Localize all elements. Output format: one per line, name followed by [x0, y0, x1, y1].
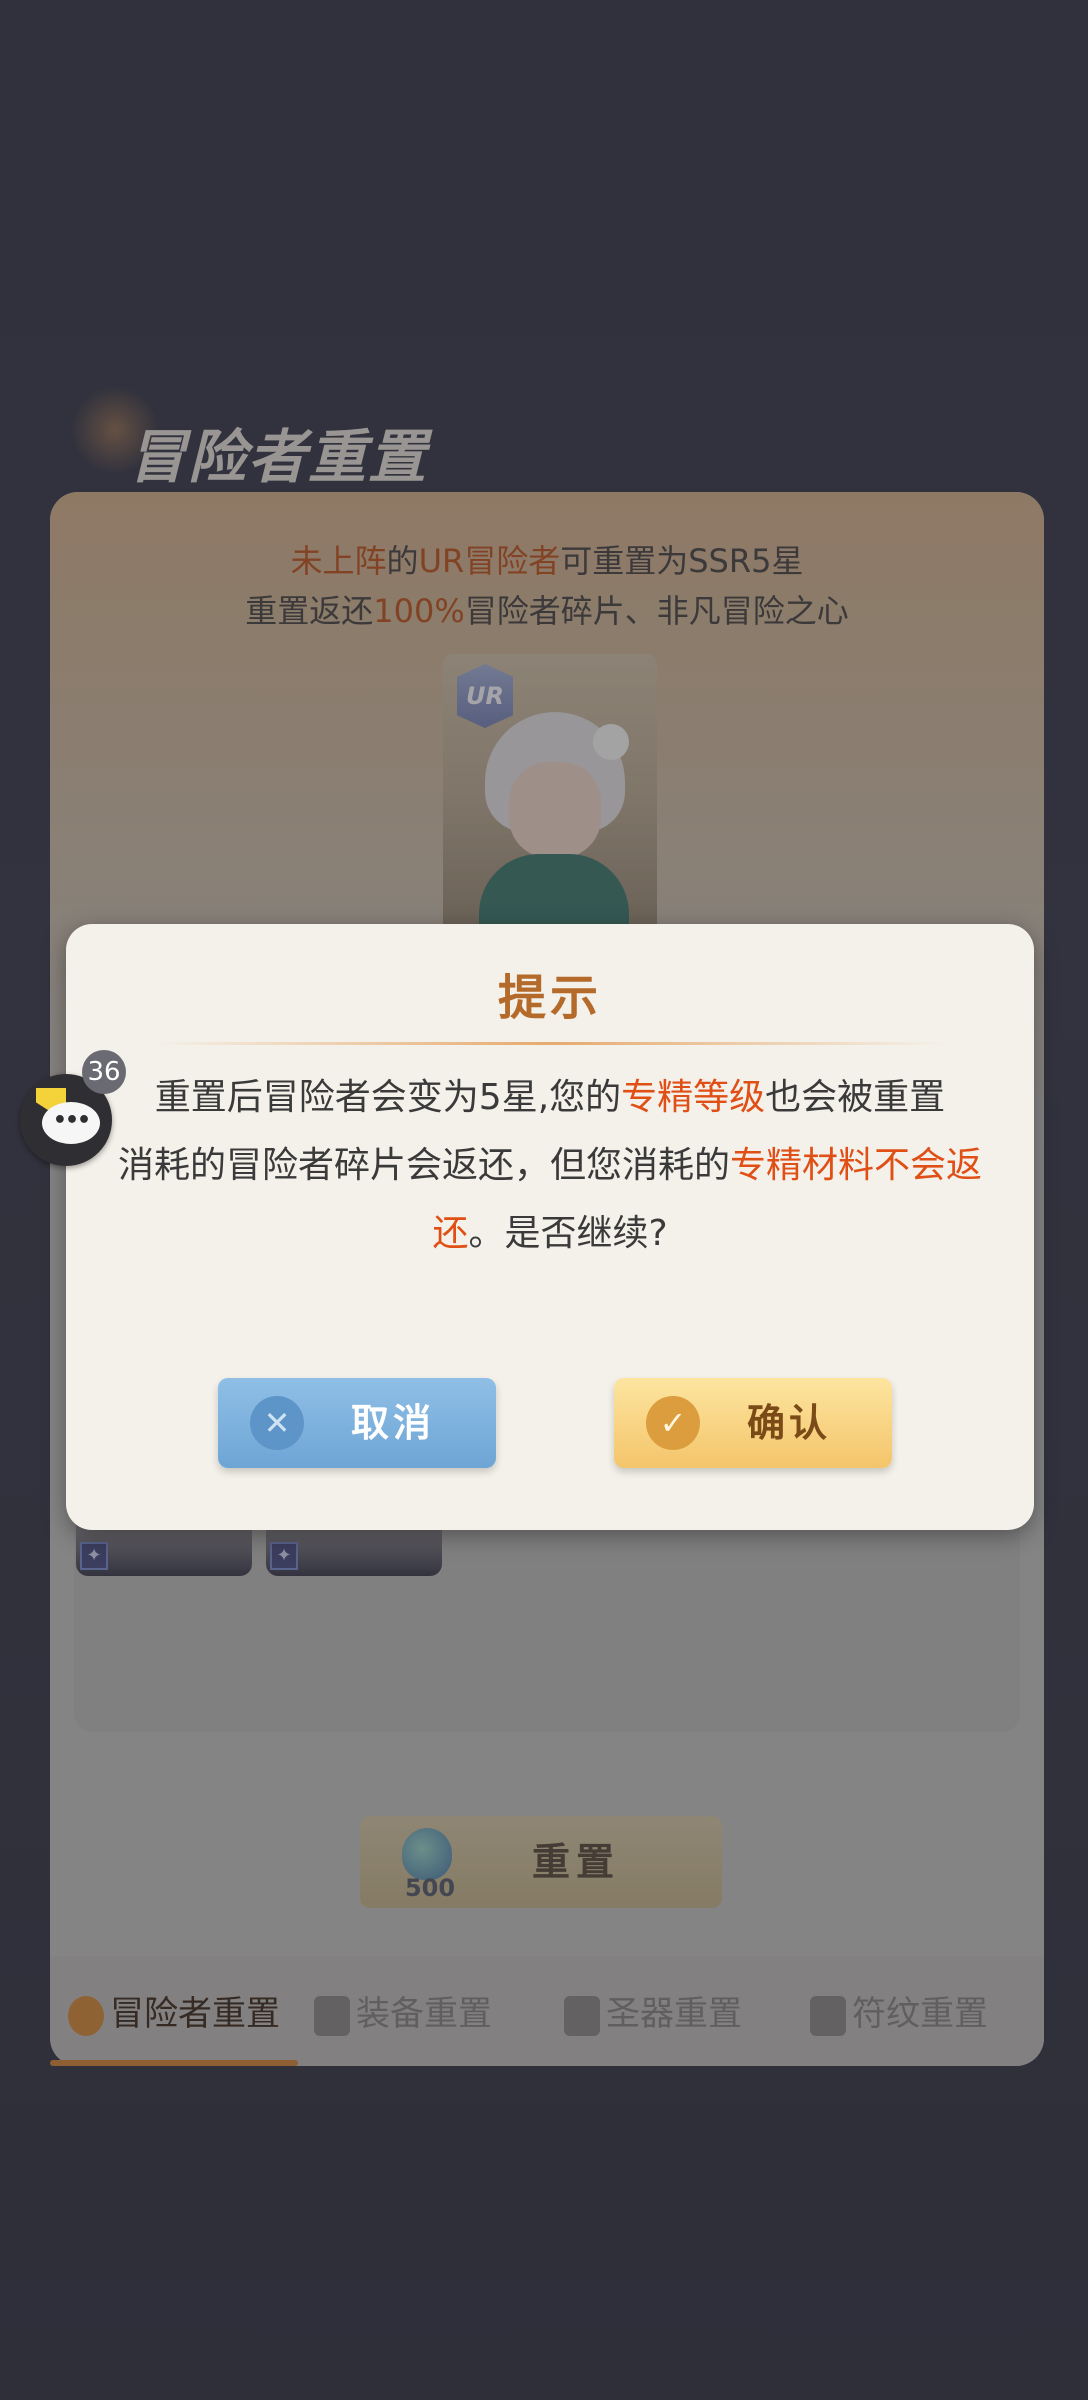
close-icon: ✕: [250, 1396, 304, 1450]
cancel-button-label: 取消: [350, 1401, 435, 1445]
checkmark-icon: ✓: [646, 1396, 700, 1450]
msg-text: 重置后冒险者会变为5星,您的: [154, 1077, 622, 1118]
dialog-divider: [152, 1042, 948, 1045]
dialog-paragraph-2: 消耗的冒险者碎片会返还，但您消耗的专精材料不会返还。是否继续?: [106, 1132, 994, 1268]
msg-text: 消耗的冒险者碎片会返还，但您消耗的: [117, 1145, 730, 1186]
dialog-message: 重置后冒险者会变为5星,您的专精等级也会被重置 消耗的冒险者碎片会返还，但您消耗…: [106, 1064, 994, 1268]
confirm-button[interactable]: ✓ 确认: [614, 1378, 892, 1468]
dialog-title: 提示: [497, 970, 602, 1026]
msg-text: 。是否继续?: [468, 1213, 668, 1254]
chat-unread-badge: 36: [82, 1050, 126, 1094]
dialog-paragraph-1: 重置后冒险者会变为5星,您的专精等级也会被重置: [106, 1064, 994, 1132]
confirm-button-label: 确认: [746, 1401, 831, 1445]
screen: 冒险者重置 未上阵的UR冒险者可重置为SSR5星 重置返还100%冒险者碎片、非…: [0, 0, 1088, 2400]
msg-highlight: 专精等级: [621, 1077, 766, 1118]
chat-bubble-icon: •••: [42, 1102, 100, 1144]
confirm-dialog: 提示 重置后冒险者会变为5星,您的专精等级也会被重置 消耗的冒险者碎片会返还，但…: [66, 924, 1034, 1530]
msg-text: 也会被重置: [765, 1077, 946, 1118]
cancel-button[interactable]: ✕ 取消: [218, 1378, 496, 1468]
